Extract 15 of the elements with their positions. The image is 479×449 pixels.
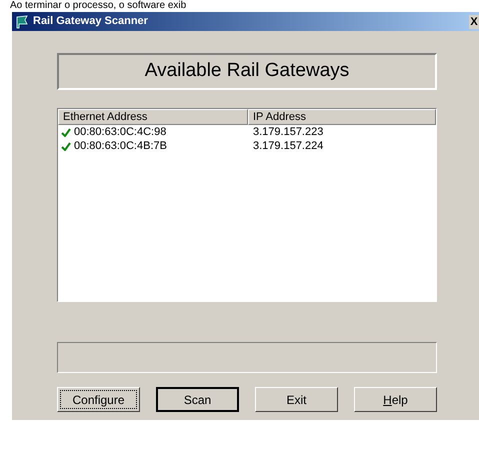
column-header[interactable]: Ethernet Address [58, 109, 248, 125]
heading-text: Available Rail Gateways [144, 59, 350, 84]
table-cell-text: 00:80:63:0C:4C:98 [74, 125, 166, 140]
table-cell-text: 00:80:63:0C:4B:7B [74, 139, 167, 154]
help-button[interactable]: Help [354, 387, 437, 412]
window-title: Rail Gateway Scanner [33, 14, 148, 30]
configure-button[interactable]: Configure [57, 387, 140, 412]
flag-icon [15, 14, 29, 28]
exit-button[interactable]: Exit [255, 387, 338, 412]
column-header[interactable]: IP Address [248, 109, 436, 125]
caption-text: Ao terminar o processo, o software exib [10, 0, 188, 12]
table-cell-text: 3.179.157.223 [252, 125, 324, 140]
close-button[interactable]: X [469, 14, 479, 28]
scan-button[interactable]: Scan [156, 387, 239, 412]
table-cell-text: 3.179.157.224 [252, 139, 324, 154]
